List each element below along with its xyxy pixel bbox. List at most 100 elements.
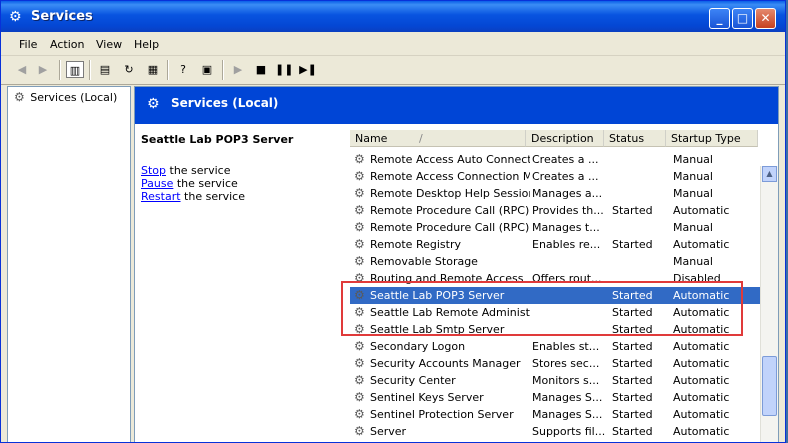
service-name: Sentinel Protection Server [370,408,514,421]
service-name: Removable Storage [370,255,478,268]
menu-file[interactable]: File [19,38,37,51]
restart-service-link[interactable]: Restart [141,190,181,203]
maximize-button[interactable]: □ [732,8,753,29]
service-name: Seattle Lab POP3 Server [370,289,505,302]
service-row[interactable]: ⚙ Remote Desktop Help Session... Manages a… [350,185,760,202]
service-gear-icon: ⚙ [354,237,365,251]
service-description: Provides th... [532,204,604,217]
service-row[interactable]: ⚙ Seattle Lab POP3 Server Started Automatic [350,287,760,304]
service-description: Manages t... [532,221,600,234]
back-arrow-icon[interactable]: ◀ [13,61,31,78]
menu-help[interactable]: Help [134,38,159,51]
service-row[interactable]: ⚙ Seattle Lab Remote Administr... Started A… [350,304,760,321]
services-window: ⚙ Services _ □ ✕ File Action View Help ◀… [0,0,786,443]
forward-arrow-icon[interactable]: ▶ [34,61,52,78]
tree-node-services-local[interactable]: ⚙ Services (Local) [14,90,117,104]
column-header-startup-type[interactable]: Startup Type [666,130,758,147]
toolbar-separator [222,60,224,80]
stop-service-icon[interactable]: ■ [252,61,270,78]
menu-view[interactable]: View [96,38,122,51]
service-startup-type: Automatic [673,238,730,251]
service-row[interactable]: ⚙ Sentinel Keys Server Manages S... Started… [350,389,760,406]
service-row[interactable]: ⚙ Remote Access Auto Connect... Creates a … [350,151,760,168]
column-header-status[interactable]: Status [604,130,666,147]
service-name: Secondary Logon [370,340,466,353]
refresh-icon[interactable]: ↻ [120,61,138,78]
service-gear-icon: ⚙ [354,424,365,438]
service-description: Manages S... [532,391,603,404]
service-startup-type: Automatic [673,391,730,404]
export-list-icon[interactable]: ▦ [144,61,162,78]
service-row[interactable]: ⚙ Seattle Lab Smtp Server Started Automatic [350,321,760,338]
service-gear-icon: ⚙ [354,288,365,302]
service-status: Started [612,408,653,421]
menu-action[interactable]: Action [50,38,84,51]
service-row[interactable]: ⚙ Security Center Monitors s... Started Auto… [350,372,760,389]
stop-service-link[interactable]: Stop [141,164,166,177]
service-startup-type: Automatic [673,323,730,336]
service-row[interactable]: ⚙ Remote Registry Enables re... Started Auto… [350,236,760,253]
service-row[interactable]: ⚙ Remote Procedure Call (RPC) ... Manages … [350,219,760,236]
pause-service-link[interactable]: Pause [141,177,173,190]
column-header-description[interactable]: Description [526,130,604,147]
service-gear-icon: ⚙ [354,220,365,234]
start-service-icon[interactable]: ▶ [229,61,247,78]
service-row[interactable]: ⚙ Sentinel Protection Server Manages S... S… [350,406,760,423]
service-gear-icon: ⚙ [354,254,365,268]
column-header-name[interactable]: Name / [350,130,526,147]
service-name: Seattle Lab Smtp Server [370,323,505,336]
scroll-thumb[interactable] [762,356,777,416]
pause-service-icon[interactable]: ❚❚ [275,61,293,78]
service-status: Started [612,425,653,438]
column-name-label: Name [355,132,388,145]
service-description: Monitors s... [532,374,600,387]
service-status: Started [612,323,653,336]
console-tree-icon[interactable]: ▣ [198,61,216,78]
service-row[interactable]: ⚙ Routing and Remote Access Offers rout...… [350,270,760,287]
service-description: Manages S... [532,408,603,421]
service-name: Remote Procedure Call (RPC) [370,204,530,217]
services-list: Name / Description Status Startup Type ⚙… [340,124,778,442]
services-gear-icon: ⚙ [14,90,25,104]
details-header: ⚙ Services (Local) [135,87,778,124]
pause-action-line: Pause the service [141,177,238,190]
restart-action-line: Restart the service [141,190,245,203]
close-button[interactable]: ✕ [755,8,776,29]
stop-action-text: the service [166,164,231,177]
menu-bar: File Action View Help [1,32,785,56]
service-name: Remote Registry [370,238,461,251]
service-status: Started [612,204,653,217]
title-bar[interactable]: ⚙ Services _ □ ✕ [1,1,785,32]
toolbar-separator [59,60,61,80]
help-icon[interactable]: ? [174,61,192,78]
service-row[interactable]: ⚙ Secondary Logon Enables st... Started Auto… [350,338,760,355]
service-status: Started [612,374,653,387]
service-status: Started [612,357,653,370]
restart-action-text: the service [180,190,245,203]
service-startup-type: Automatic [673,340,730,353]
service-name: Remote Access Auto Connect... [370,153,530,166]
service-name: Routing and Remote Access [370,272,524,285]
service-startup-type: Automatic [673,425,730,438]
service-startup-type: Automatic [673,357,730,370]
toolbar-separator [167,60,169,80]
service-name: Sentinel Keys Server [370,391,484,404]
minimize-button[interactable]: _ [709,8,730,29]
service-gear-icon: ⚙ [354,356,365,370]
pause-action-text: the service [173,177,238,190]
service-row[interactable]: ⚙ Server Supports fil... Started Automatic [350,423,760,440]
service-status: Started [612,391,653,404]
vertical-scrollbar[interactable]: ▲ [760,166,778,442]
scroll-up-arrow-icon[interactable]: ▲ [762,166,777,182]
show-hide-tree-icon[interactable]: ▥ [66,61,84,78]
service-row[interactable]: ⚙ Security Accounts Manager Stores sec... S… [350,355,760,372]
properties-icon[interactable]: ▤ [96,61,114,78]
restart-service-icon[interactable]: ▶❚ [299,61,317,78]
console-tree: ⚙ Services (Local) [7,86,131,442]
service-row[interactable]: ⚙ Remote Procedure Call (RPC) Provides th.… [350,202,760,219]
service-row[interactable]: ⚙ Remote Access Connection M... Creates a … [350,168,760,185]
service-startup-type: Disabled [673,272,721,285]
service-startup-type: Manual [673,153,713,166]
service-row[interactable]: ⚙ Removable Storage Manual [350,253,760,270]
service-name: Remote Access Connection M... [370,170,530,183]
